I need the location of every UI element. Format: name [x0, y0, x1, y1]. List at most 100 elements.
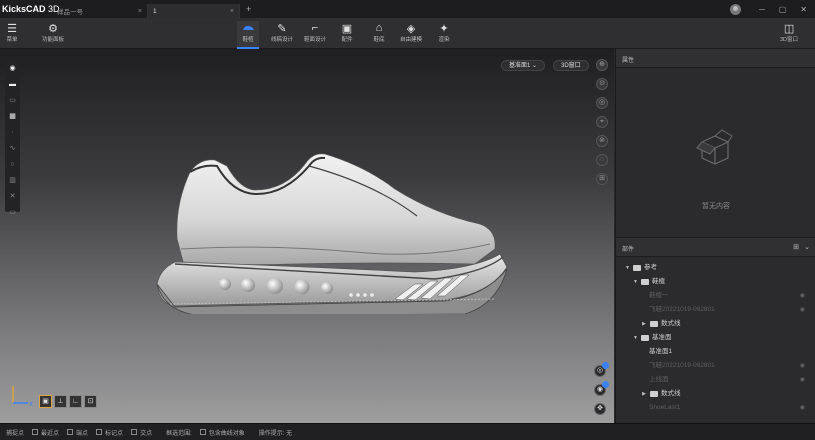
bottom-right-tools: ◎ ◉ ✥	[594, 362, 609, 415]
menu-icon: ☰	[7, 22, 17, 35]
tree-item-datum-file[interactable]: 飞鞋20221019-092801 ◉	[616, 359, 815, 373]
snap-intersection-checkbox[interactable]: 交点	[131, 428, 152, 437]
pan-icon[interactable]: ◎	[596, 97, 608, 109]
zoom-icon[interactable]: ⊚	[596, 135, 608, 147]
checkbox[interactable]	[32, 429, 39, 435]
include-curves-checkbox[interactable]: 包含曲线对象	[199, 428, 245, 437]
menu-label: 菜单	[6, 37, 18, 43]
document-tab[interactable]: 样品一号 ×	[52, 4, 148, 18]
tool-label: 配件	[341, 37, 353, 43]
visibility-eye-icon[interactable]: ◉	[800, 373, 805, 387]
view-cube-icon[interactable]: ⊕	[596, 59, 608, 71]
panel-icon: ⚙	[48, 22, 58, 35]
cube-icon: ◈	[406, 22, 416, 35]
tree-item-last-file[interactable]: 飞鞋20221019-092801 ◉	[616, 303, 815, 317]
visibility-eye-icon[interactable]: ◉	[800, 401, 805, 415]
grid-view-icon[interactable]: ⊞	[596, 173, 608, 185]
section-icon[interactable]: ▦	[8, 111, 17, 122]
document-tab-active[interactable]: 1 ×	[148, 4, 240, 18]
sole-icon: ⌂	[375, 22, 383, 34]
function-panel-label: 功能面板	[42, 37, 65, 43]
edge-icon[interactable]: ○	[8, 159, 17, 170]
shoe-icon[interactable]: ▬	[8, 79, 17, 90]
accessory-icon: ▣	[341, 22, 353, 35]
view-top-button[interactable]: ⊡	[84, 395, 97, 408]
tree-item-datum-folder[interactable]: ▼ 基准面	[616, 331, 815, 345]
close-button[interactable]: ✕	[800, 5, 807, 14]
app-logo: KicksCAD 3D	[2, 4, 60, 14]
visibility-icon[interactable]: ◉	[8, 63, 17, 74]
parts-header: 部件 ⊞ ⌄	[616, 238, 815, 257]
tool-sole[interactable]: ⌂ 鞋底	[372, 21, 386, 43]
checkbox[interactable]	[131, 429, 138, 435]
new-tab-button[interactable]: +	[246, 4, 251, 14]
tool-accessory[interactable]: ▣ 配件	[340, 21, 354, 44]
avatar[interactable]	[730, 3, 742, 15]
snap-nearest-checkbox[interactable]: 最近点	[32, 428, 59, 437]
shoe-model[interactable]	[145, 144, 515, 314]
checkbox[interactable]	[96, 429, 103, 435]
view-iso-button[interactable]: ▣	[39, 395, 52, 408]
grid-icon[interactable]: ▥	[8, 175, 17, 186]
move-icon[interactable]: ✥	[594, 403, 606, 415]
view-side-button[interactable]: ∟	[69, 395, 82, 408]
plane-select[interactable]: 基准面1 ⌄	[501, 60, 546, 71]
minimize-button[interactable]: ─	[759, 5, 765, 14]
tool-label: 鞋楦	[242, 37, 254, 43]
tree-item-upper-surface[interactable]: 上线面 ◉	[616, 373, 815, 387]
tool-upper-design[interactable]: ⌐ 鞋面设计	[304, 21, 326, 43]
empty-text: 暂无内容	[702, 203, 730, 210]
tree-item-formula-lines-2[interactable]: ▶ 数式线	[616, 387, 815, 401]
visibility-eye-icon[interactable]: ◉	[800, 289, 805, 303]
tree-item-last-one[interactable]: 鞋楦一 ◉	[616, 289, 815, 303]
snap-endpoint-checkbox[interactable]: 端点	[67, 428, 88, 437]
render-toggle-icon[interactable]: ◉	[594, 381, 609, 396]
tool-line-design[interactable]: ✎ 线稿设计	[271, 21, 294, 44]
maximize-button[interactable]: ▢	[779, 5, 787, 14]
3d-window-button[interactable]: ◫ 3D窗口	[780, 21, 798, 44]
tool-label: 渲染	[438, 37, 450, 43]
curve-icon[interactable]: ∿	[8, 143, 17, 154]
add-folder-icon[interactable]: ⊞	[793, 243, 799, 251]
operation-hint: 操作提示: 无	[258, 430, 293, 437]
tool-label: 线稿设计	[271, 37, 294, 43]
tree-item-datum-1[interactable]: 基准面1	[616, 345, 815, 359]
tool-last[interactable]: 鞋楦	[237, 21, 259, 49]
collapse-icon[interactable]: ⌄	[804, 243, 810, 251]
tool-label: 自由建模	[400, 37, 423, 43]
layer-icon[interactable]: ▭	[8, 95, 17, 106]
menu-button[interactable]: ☰ 菜单	[5, 21, 19, 44]
tree-item-last-folder[interactable]: ▼ 鞋楦	[616, 275, 815, 289]
3d-window-pill[interactable]: 3D窗口	[553, 60, 589, 71]
tree-item-shoelast[interactable]: ShoeLast1 ◉	[616, 401, 815, 415]
last-icon	[241, 21, 255, 35]
tab-close-icon[interactable]: ×	[138, 8, 142, 15]
view-front-button[interactable]: ⊥	[54, 395, 67, 408]
snap-toggle-icon[interactable]: ◎	[594, 362, 609, 377]
visibility-eye-icon[interactable]: ◉	[800, 303, 805, 317]
checkbox[interactable]	[67, 429, 74, 435]
render-icon: ✦	[439, 22, 449, 35]
3d-viewport[interactable]: ◉ ▬ ▭ ▦ · ∿ ○ ▥ ✕ ▭ 基准面1 ⌄ 3D窗口 ⊕ ⊙ ◎ ⌖ …	[0, 49, 614, 423]
empty-box-icon	[696, 129, 733, 165]
snap-marker-checkbox[interactable]: 标记点	[96, 428, 123, 437]
tree-item-reference[interactable]: ▼ 参考	[616, 261, 815, 275]
rotate-icon[interactable]: ⊙	[596, 78, 608, 90]
measure-icon[interactable]: ✕	[8, 191, 17, 202]
tab-close-icon[interactable]: ×	[230, 8, 234, 15]
tree-item-formula-lines[interactable]: ▶ 数式线	[616, 317, 815, 331]
camera-icon[interactable]: ▭	[8, 207, 17, 218]
function-panel-button[interactable]: ⚙ 功能面板	[42, 21, 65, 44]
tool-label: 鞋底	[373, 37, 385, 43]
orbit-icon[interactable]: ◌	[596, 154, 608, 166]
tab-label: 样品一号	[57, 9, 83, 16]
tool-free-modeling[interactable]: ◈ 自由建模	[400, 21, 423, 44]
axis-indicator: X	[12, 386, 33, 408]
fit-icon[interactable]: ⌖	[596, 116, 608, 128]
checkbox[interactable]	[199, 429, 206, 435]
axis-x-label: X	[29, 402, 33, 408]
view-tools-right: ⊕ ⊙ ◎ ⌖ ⊚ ◌ ⊞	[596, 59, 608, 185]
visibility-eye-icon[interactable]: ◉	[800, 359, 805, 373]
point-icon[interactable]: ·	[8, 127, 17, 138]
tool-render[interactable]: ✦ 渲染	[437, 21, 451, 44]
